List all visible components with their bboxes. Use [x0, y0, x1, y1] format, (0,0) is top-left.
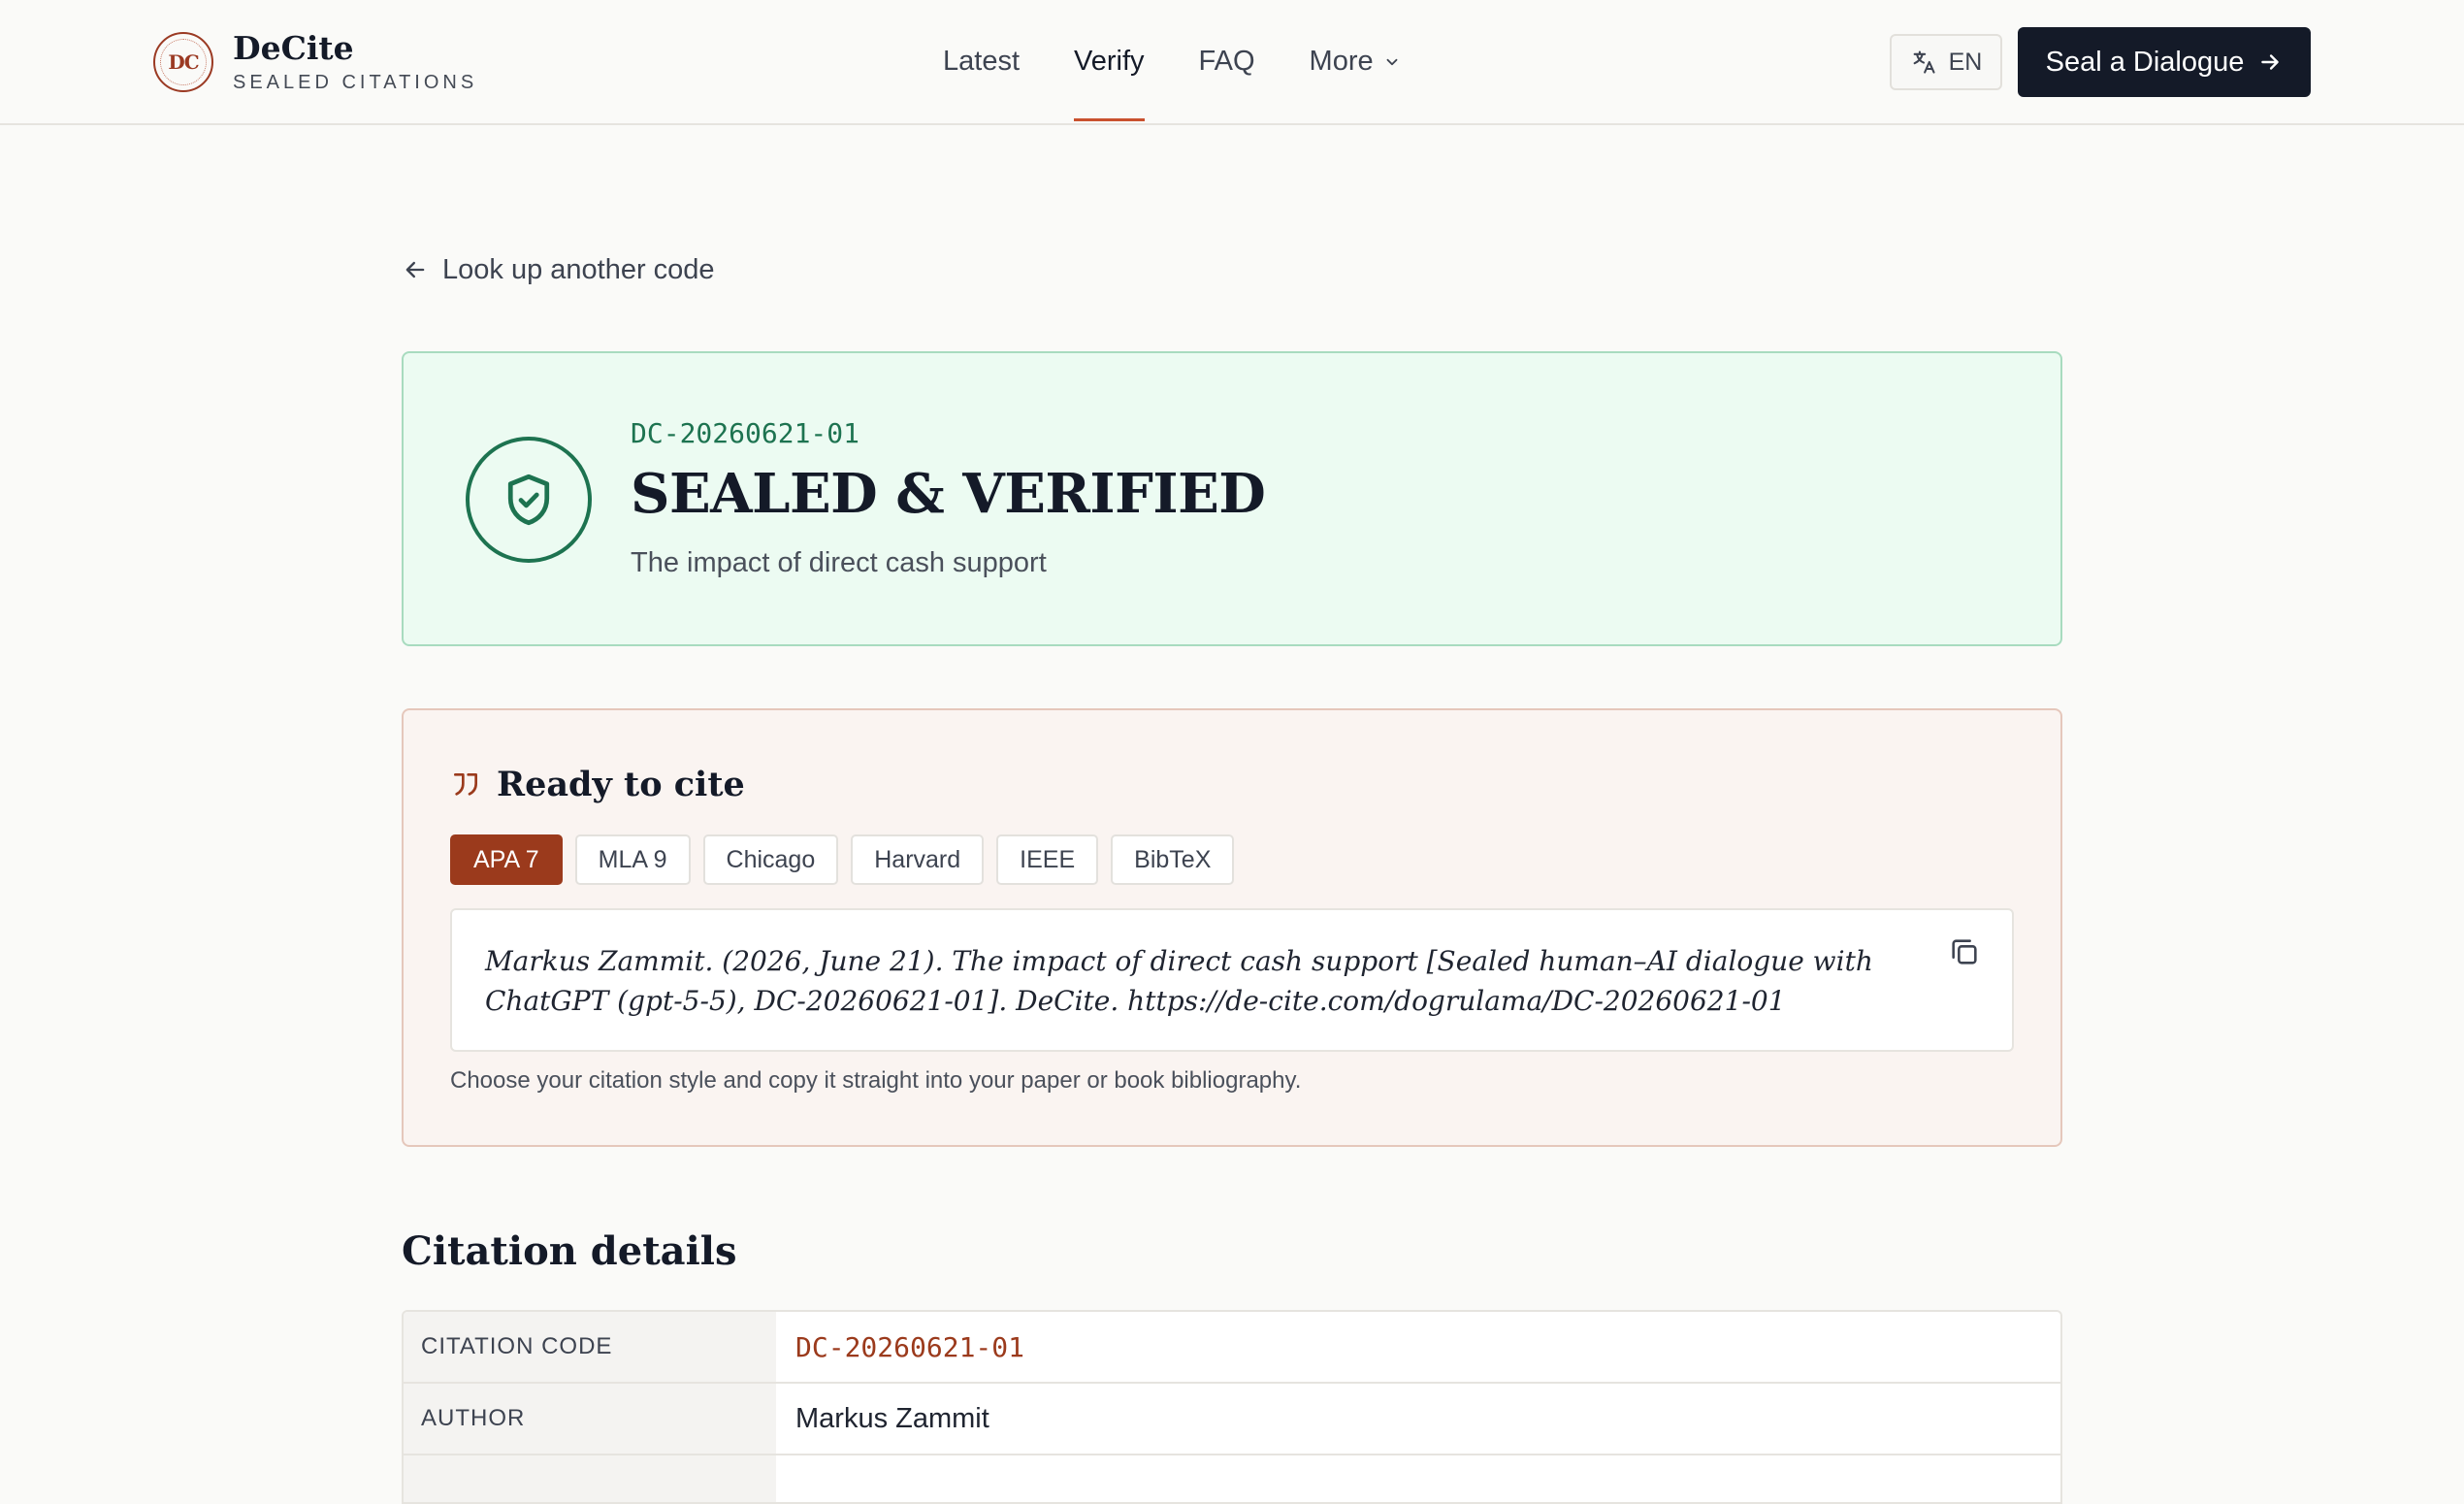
table-row: AUTHOR Markus Zammit [404, 1384, 2060, 1455]
citation-text[interactable]: Markus Zammit. (2026, June 21). The impa… [485, 941, 1911, 1021]
cite-card: Ready to cite APA 7 MLA 9 Chicago Harvar… [402, 708, 2062, 1147]
detail-label [404, 1455, 776, 1502]
arrow-right-icon [2261, 54, 2280, 70]
details-title: Citation details [402, 1228, 737, 1274]
table-row: CITATION CODE DC-20260621-01 [404, 1312, 2060, 1384]
logo-monogram: DC [168, 50, 199, 74]
cite-heading-text: Ready to cite [497, 765, 745, 804]
table-row [404, 1455, 2060, 1502]
tab-harvard[interactable]: Harvard [851, 834, 985, 885]
citation-box: Markus Zammit. (2026, June 21). The impa… [450, 908, 2014, 1052]
tab-apa7[interactable]: APA 7 [450, 834, 563, 885]
tab-chicago[interactable]: Chicago [702, 834, 839, 885]
nav-latest[interactable]: Latest [943, 0, 1020, 123]
nav-more-label: More [1309, 46, 1374, 77]
detail-label: CITATION CODE [404, 1312, 776, 1382]
arrow-left-icon [405, 261, 425, 278]
site-header: DC DeCite SEALED CITATIONS Latest Verify… [0, 0, 2464, 125]
logo-title: DeCite [233, 29, 354, 67]
detail-value-code[interactable]: DC-20260621-01 [776, 1312, 2060, 1382]
tab-bibtex[interactable]: BibTeX [1111, 834, 1235, 885]
verified-subtitle: The impact of direct cash support [631, 547, 1047, 578]
nav-verify[interactable]: Verify [1074, 0, 1145, 123]
tab-mla9[interactable]: MLA 9 [574, 834, 691, 885]
language-label: EN [1948, 48, 1983, 76]
back-link[interactable]: Look up another code [402, 250, 715, 289]
detail-value [776, 1455, 2060, 1502]
verified-badge [466, 437, 592, 563]
seal-dialogue-label: Seal a Dialogue [2045, 46, 2245, 78]
logo-badge-icon: DC [153, 32, 213, 92]
logo-text: DeCite SEALED CITATIONS [233, 30, 477, 94]
citation-style-tabs: APA 7 MLA 9 Chicago Harvard IEEE BibTeX [450, 834, 1235, 885]
main-nav: Latest Verify FAQ More [943, 0, 1401, 123]
logo-subtitle: SEALED CITATIONS [233, 72, 478, 93]
verified-code: DC-20260621-01 [631, 417, 860, 449]
copy-icon[interactable] [1948, 935, 1981, 968]
nav-verify-label: Verify [1074, 46, 1145, 77]
detail-value-author: Markus Zammit [795, 1402, 989, 1434]
chevron-down-icon [1386, 58, 1398, 65]
verified-card: DC-20260621-01 SEALED & VERIFIED The imp… [402, 351, 2062, 646]
citation-note: Choose your citation style and copy it s… [450, 1067, 1302, 1094]
nav-latest-label: Latest [943, 46, 1020, 77]
cite-heading: Ready to cite [450, 765, 745, 804]
translate-icon [1913, 50, 1935, 74]
nav-faq-label: FAQ [1198, 46, 1255, 77]
verified-title: SEALED & VERIFIED [631, 462, 1266, 526]
nav-more[interactable]: More [1310, 0, 1401, 123]
details-table: CITATION CODE DC-20260621-01 AUTHOR Mark… [402, 1310, 2062, 1504]
tab-ieee[interactable]: IEEE [996, 834, 1099, 885]
nav-faq[interactable]: FAQ [1199, 0, 1255, 123]
quote-icon [454, 772, 477, 796]
seal-dialogue-button[interactable]: Seal a Dialogue [2018, 27, 2311, 97]
logo[interactable]: DC DeCite SEALED CITATIONS [153, 30, 477, 94]
language-button[interactable]: EN [1890, 34, 2002, 90]
back-link-label: Look up another code [442, 253, 715, 285]
detail-label: AUTHOR [404, 1384, 776, 1454]
shield-check-icon [507, 474, 550, 526]
